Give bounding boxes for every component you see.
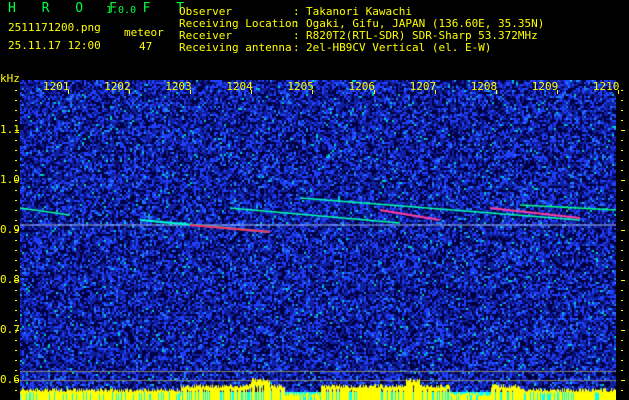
x-tick [373,90,375,94]
y-tick [621,240,623,241]
y-tick [621,100,623,101]
x-tick [190,90,192,94]
y-tick [621,190,623,191]
x-tick-label: 1208 [470,80,498,93]
x-tick-label: 1202 [104,80,131,93]
y-tick [621,370,623,371]
y-tick [621,300,623,301]
y-tick [621,230,625,231]
y-tick [15,90,17,91]
y-tick [15,130,19,131]
y-tick [15,160,17,161]
x-tick-label: 1204 [226,80,253,93]
y-tick [15,140,17,141]
y-tick [621,200,623,201]
y-tick [15,190,17,191]
y-tick [621,110,623,111]
y-tick [15,290,17,291]
x-tick-label: 1209 [531,80,559,93]
y-tick [621,120,623,121]
y-tick [621,150,623,151]
info-label: Receiving antenna [179,41,292,54]
meteor-count: 47 [139,40,153,53]
x-tick [495,90,497,94]
y-tick [621,270,623,271]
y-tick [621,280,625,281]
y-tick [15,100,17,101]
y-tick [621,320,623,321]
y-tick [15,180,19,181]
y-tick [15,260,17,261]
y-tick [621,330,625,331]
y-tick [15,360,17,361]
x-tick-label: 1210 [592,80,620,93]
y-tick [621,260,623,261]
y-tick [15,380,19,381]
y-tick [15,200,17,201]
y-tick [15,390,17,391]
y-tick [15,350,17,351]
x-tick [556,90,558,94]
y-tick [15,250,17,251]
y-tick [621,210,623,211]
x-tick [68,90,69,94]
y-tick [621,130,625,131]
y-tick [15,220,17,221]
x-tick [129,90,131,94]
y-tick [621,220,623,221]
x-tick-label: 1206 [348,80,376,93]
app-title: H R O F F T [8,1,194,16]
x-tick-label: 1203 [165,80,192,93]
y-tick [15,230,19,231]
y-tick [621,340,623,341]
datetime: 25.11.17 12:00 [8,39,101,52]
x-tick-label: 1201 [43,80,70,93]
y-tick [15,120,17,121]
y-tick [15,170,17,171]
meteor-label: meteor [124,26,164,39]
y-tick [15,300,17,301]
y-tick [621,310,623,311]
y-tick [621,160,623,161]
app-version: 1.0.0 [106,5,137,16]
y-tick [621,290,623,291]
info-value: 2el-HB9CV Vertical (el. E-W) [306,41,492,54]
y-tick [15,310,17,311]
y-tick [15,210,17,211]
y-tick [15,270,17,271]
y-tick [15,340,17,341]
y-tick [15,320,17,321]
y-unit-label: kHz [0,72,20,85]
y-tick [15,280,19,281]
y-tick [15,370,17,371]
y-tick [621,380,625,381]
filename: 2511171200.png [8,21,101,34]
y-tick [621,90,623,91]
y-tick [621,140,623,141]
y-tick [621,250,623,251]
y-tick [15,240,17,241]
x-tick [434,90,436,94]
x-tick [312,90,314,94]
spectrogram [20,80,616,400]
x-tick [617,90,619,94]
x-tick [251,90,253,94]
x-tick-label: 1205 [287,80,314,93]
y-tick [621,180,625,181]
y-tick [15,110,17,111]
x-tick-label: 1207 [409,80,437,93]
y-tick [15,150,17,151]
y-tick [621,350,623,351]
info-colon: : [293,41,300,54]
y-tick [621,390,623,391]
y-tick [621,360,623,361]
y-tick [621,170,623,171]
y-tick [15,330,19,331]
